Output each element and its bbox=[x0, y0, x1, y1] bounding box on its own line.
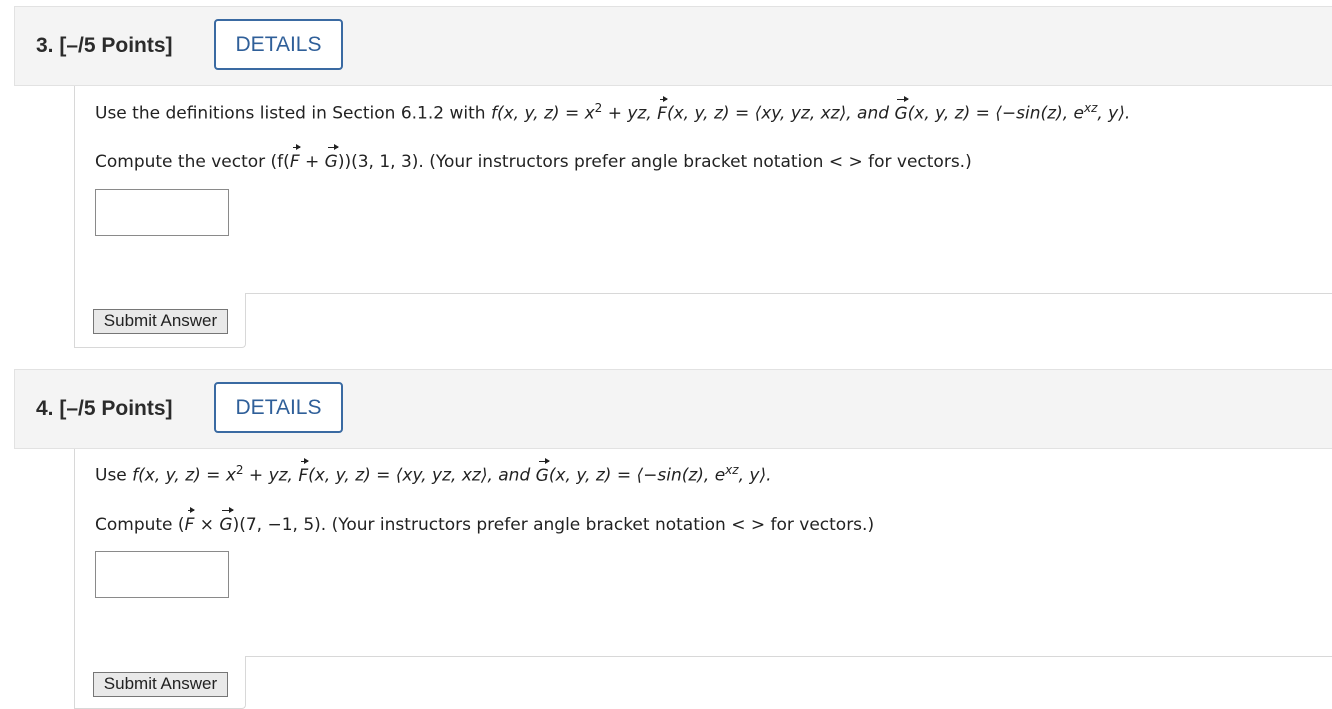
math-segment: f(x, y, z) = x bbox=[132, 465, 236, 486]
text-segment: Use bbox=[95, 465, 133, 486]
question-header: 3. [–/5 Points] DETAILS bbox=[14, 6, 1332, 86]
question-text: Use the definitions listed in Section 6.… bbox=[95, 95, 1131, 124]
superscript: xz bbox=[1083, 101, 1098, 115]
superscript: xz bbox=[725, 463, 739, 477]
answer-input[interactable] bbox=[95, 551, 229, 598]
question-number: 4. [–/5 Points] bbox=[36, 397, 173, 420]
vector-G: G bbox=[535, 457, 551, 486]
math-segment: , y⟩. bbox=[738, 465, 772, 486]
text-segment: Compute the vector (f( bbox=[95, 152, 290, 172]
math-segment: , y⟩. bbox=[1097, 103, 1131, 124]
vector-F: F bbox=[289, 144, 301, 172]
vector-G: G bbox=[324, 144, 340, 172]
divider bbox=[246, 656, 1332, 657]
question-text: Use f(x, y, z) = x2 + yz, F(x, y, z) = ⟨… bbox=[95, 457, 772, 486]
question-number: 3. [–/5 Points] bbox=[36, 34, 173, 57]
text-segment: )(7, −1, 5). (Your instructors prefer an… bbox=[232, 515, 875, 535]
math-segment: (x, y, z) = ⟨xy, yz, xz⟩, and bbox=[308, 465, 536, 486]
math-segment: (x, y, z) = ⟨−sin(z), e bbox=[548, 465, 726, 486]
math-segment: + yz, bbox=[602, 103, 658, 124]
submit-answer-button[interactable]: Submit Answer bbox=[93, 309, 228, 334]
details-button[interactable]: DETAILS bbox=[214, 382, 343, 433]
superscript: 2 bbox=[235, 463, 244, 477]
vector-G: G bbox=[894, 95, 909, 124]
details-button[interactable]: DETAILS bbox=[214, 19, 343, 70]
submit-answer-button[interactable]: Submit Answer bbox=[93, 672, 228, 697]
text-segment: ))(3, 1, 3). (Your instructors prefer an… bbox=[337, 152, 972, 172]
math-segment: (x, y, z) = ⟨xy, yz, xz⟩, and bbox=[666, 103, 895, 124]
text-segment: Compute ( bbox=[95, 515, 185, 535]
math-segment: f(x, y, z) = x bbox=[490, 103, 595, 124]
vector-F: F bbox=[184, 507, 196, 535]
text-segment: Use the definitions listed in Section 6.… bbox=[95, 103, 491, 124]
question-prompt: Compute the vector (f(F + G))(3, 1, 3). … bbox=[95, 144, 972, 172]
text-segment: + bbox=[299, 152, 325, 172]
question-prompt: Compute (F × G)(7, −1, 5). (Your instruc… bbox=[95, 507, 875, 535]
math-segment: (x, y, z) = ⟨−sin(z), e bbox=[907, 103, 1084, 124]
vector-G: G bbox=[219, 507, 234, 535]
answer-input[interactable] bbox=[95, 189, 229, 236]
vector-F: F bbox=[657, 95, 668, 124]
text-segment: × bbox=[194, 515, 220, 535]
math-segment: + yz, bbox=[243, 465, 299, 486]
vector-F: F bbox=[298, 457, 309, 486]
divider bbox=[246, 293, 1332, 294]
question-header: 4. [–/5 Points] DETAILS bbox=[14, 369, 1332, 449]
